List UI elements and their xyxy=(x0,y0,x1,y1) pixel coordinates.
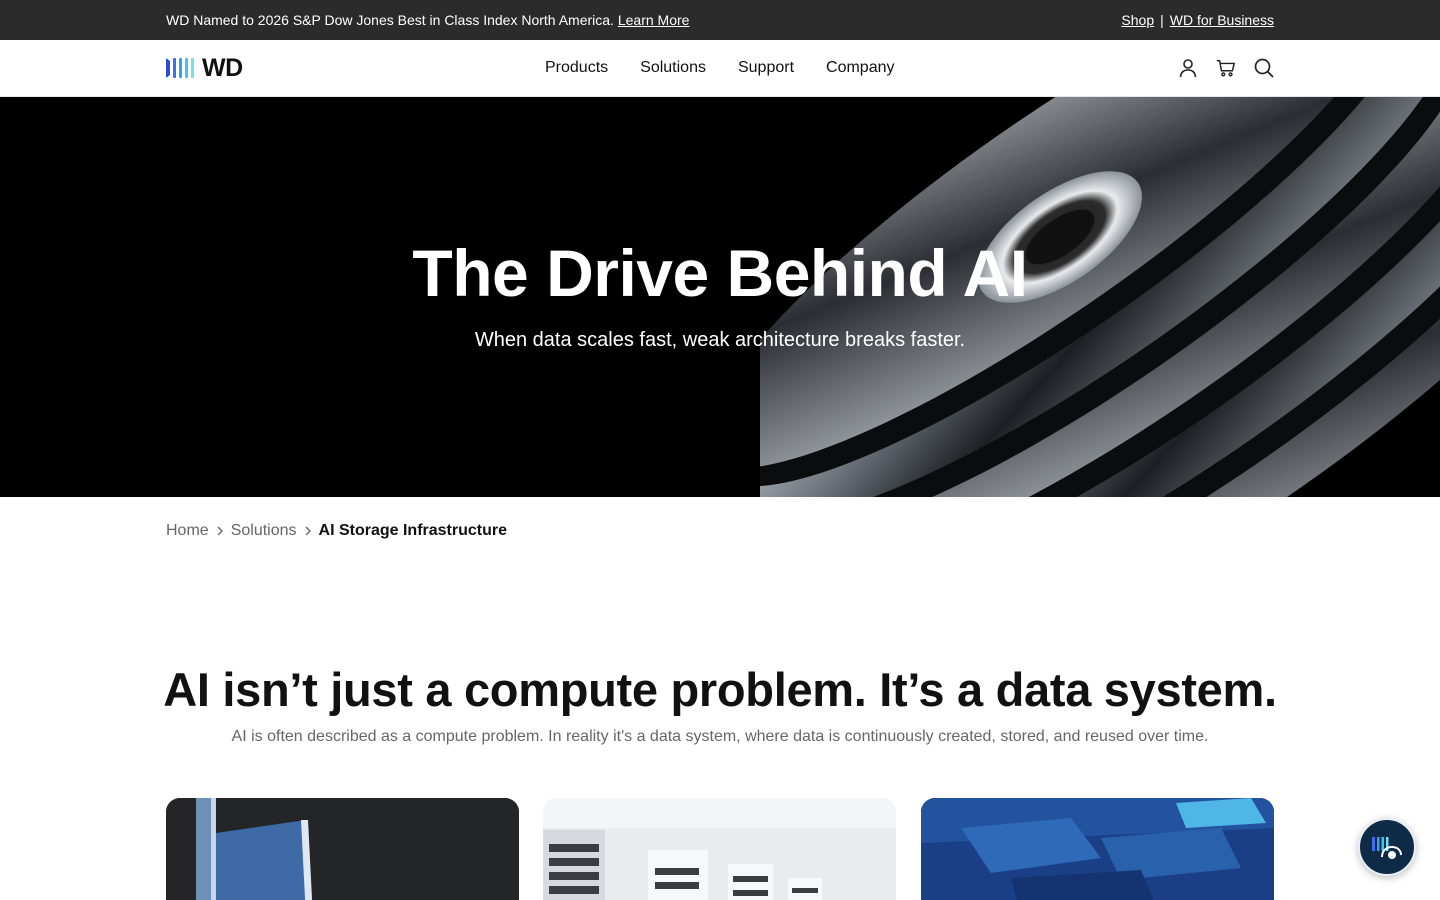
search-icon[interactable] xyxy=(1254,57,1274,79)
section-subtitle: AI is often described as a compute probl… xyxy=(231,728,1209,745)
header-icons xyxy=(1178,57,1274,79)
cart-icon[interactable] xyxy=(1216,57,1236,79)
hero-subtitle: When data scales fast, weak architecture… xyxy=(474,329,966,351)
nav-support[interactable]: Support xyxy=(722,40,810,96)
main-nav: Products Solutions Support Company xyxy=(529,40,911,96)
card-image-servers xyxy=(543,798,896,900)
announcement-bar: WD Named to 2026 S&P Dow Jones Best in C… xyxy=(0,0,1440,40)
announcement-text: WD Named to 2026 S&P Dow Jones Best in C… xyxy=(166,12,614,28)
feature-card-3[interactable] xyxy=(921,798,1274,900)
hero-title: The Drive Behind AI xyxy=(412,236,1028,310)
shop-link[interactable]: Shop xyxy=(1121,12,1154,28)
breadcrumb: Home Solutions AI Storage Infrastructure xyxy=(166,522,507,540)
card-image-circuit xyxy=(921,798,1274,900)
chevron-right-icon xyxy=(305,526,311,536)
wd-logo-mark xyxy=(166,57,194,79)
section-title: AI isn’t just a compute problem. It’s a … xyxy=(163,663,1277,716)
chat-support-icon xyxy=(1372,837,1402,859)
breadcrumb-solutions[interactable]: Solutions xyxy=(231,522,297,540)
account-icon[interactable] xyxy=(1178,57,1198,79)
site-header: WD Products Solutions Support Company xyxy=(0,40,1440,97)
breadcrumb-home[interactable]: Home xyxy=(166,522,209,540)
breadcrumb-current: AI Storage Infrastructure xyxy=(318,522,507,539)
feature-card-1[interactable] xyxy=(166,798,519,900)
nav-solutions[interactable]: Solutions xyxy=(624,40,722,96)
card-image-glass xyxy=(166,798,519,900)
logo-text: WD xyxy=(202,53,243,82)
utility-links: Shop | WD for Business xyxy=(1121,0,1274,40)
nav-company[interactable]: Company xyxy=(810,40,910,96)
hero-banner: The Drive Behind AI When data scales fas… xyxy=(0,97,1440,497)
chevron-right-icon xyxy=(217,526,223,536)
wd-for-business-link[interactable]: WD for Business xyxy=(1170,12,1274,28)
chat-support-button[interactable] xyxy=(1358,818,1416,876)
wd-logo[interactable]: WD xyxy=(166,53,243,82)
feature-card-2[interactable] xyxy=(543,798,896,900)
announcement: WD Named to 2026 S&P Dow Jones Best in C… xyxy=(166,0,689,40)
utility-separator: | xyxy=(1160,12,1164,28)
nav-products[interactable]: Products xyxy=(529,40,624,96)
learn-more-link[interactable]: Learn More xyxy=(618,12,690,28)
